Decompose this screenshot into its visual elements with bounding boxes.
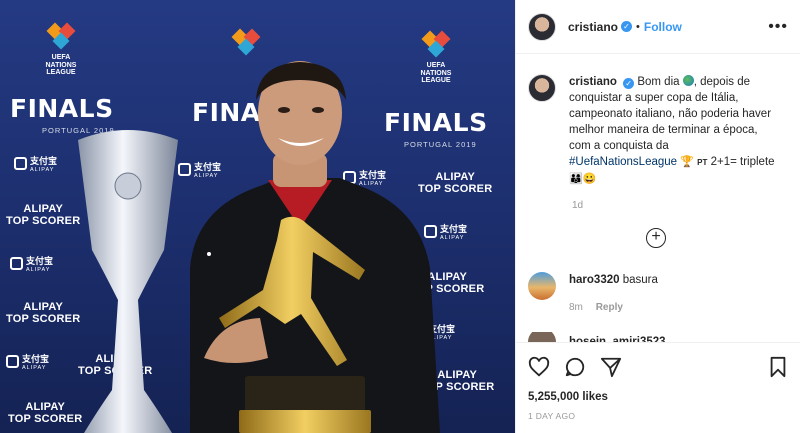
caption-text: cristiano ✓ Bom dia , depois de conquist… — [569, 74, 779, 187]
alipay-icon — [6, 355, 19, 368]
verified-badge-icon: ✓ — [621, 21, 633, 32]
author-username[interactable]: cristiano — [568, 20, 618, 34]
alipay-cn: 支付宝 — [22, 354, 50, 364]
post-sidebar: cristiano ✓ • Follow ••• cristiano ✓ Bom… — [515, 0, 800, 433]
logo-line: NATIONS — [45, 61, 77, 69]
alipay-logo: 支付宝 ALIPAY — [6, 352, 49, 371]
post-age: 1 DAY AGO — [528, 411, 576, 421]
finals-logo-text: FINALS — [10, 94, 114, 123]
alipay-cn: 支付宝 — [30, 156, 58, 166]
caption-part: 2+1= triplete — [710, 156, 775, 168]
caption-author-avatar[interactable] — [528, 74, 556, 102]
comment-meta: 8m Reply — [569, 302, 623, 313]
hashtag-link[interactable]: #UefaNationsLeague — [569, 156, 677, 168]
globe-emoji-icon — [682, 75, 694, 86]
caption-part: Bom dia — [637, 76, 680, 88]
uefa-nations-league-logo: UEFA NATIONS LEAGUE — [40, 22, 82, 77]
nations-league-trophy — [78, 130, 178, 433]
load-more-comments-icon[interactable]: + — [646, 228, 666, 248]
commenter-avatar[interactable] — [528, 272, 556, 300]
family-smile-emoji-icon: 👨‍👩‍👦😀 — [569, 173, 597, 185]
uefa-nations-league-logo — [225, 28, 267, 60]
separator-dot: • — [636, 20, 640, 33]
share-icon[interactable] — [600, 356, 622, 378]
bookmark-icon[interactable] — [768, 356, 788, 378]
alipay-logo: 支付宝 ALIPAY — [10, 254, 53, 273]
caption-timestamp: 1d — [572, 200, 584, 211]
action-bar: 5,255,000 likes 1 DAY AGO — [516, 342, 800, 433]
comment-text: haro3320 basura — [569, 272, 658, 288]
reply-button[interactable]: Reply — [596, 302, 623, 313]
logo-line: UEFA — [51, 54, 71, 61]
verified-badge-icon: ✓ — [623, 78, 635, 89]
comment-body: basura — [622, 274, 658, 286]
uefa-logo-mark — [421, 30, 451, 60]
follow-button[interactable]: Follow — [644, 20, 682, 34]
author-avatar[interactable] — [528, 12, 556, 41]
comment-icon[interactable] — [564, 356, 586, 378]
alipay-en: ALIPAY — [26, 267, 51, 273]
alipay-logo: 支付宝 ALIPAY — [14, 154, 57, 173]
comment-time: 8m — [569, 302, 583, 313]
post-caption: cristiano ✓ Bom dia , depois de conquist… — [528, 74, 788, 187]
commenter-username[interactable]: haro3320 — [569, 274, 620, 286]
more-options-icon[interactable]: ••• — [768, 18, 788, 36]
comment-item: haro3320 basura 8m Reply — [528, 272, 658, 313]
logo-line: LEAGUE — [46, 69, 76, 77]
top-scorer-award — [219, 216, 371, 433]
pt-flag-text: PT — [697, 158, 708, 167]
likes-count[interactable]: 5,255,000 likes — [528, 391, 788, 403]
post-photo[interactable]: UEFA NATIONS LEAGUE UEFA NATIONS LEAGUE … — [0, 0, 515, 433]
alipay-icon — [14, 157, 27, 170]
caption-username[interactable]: cristiano — [569, 76, 617, 88]
alipay-cn: 支付宝 — [26, 256, 54, 266]
alipay-en: ALIPAY — [30, 167, 55, 173]
uefa-logo-mark — [46, 22, 76, 52]
uefa-logo-mark — [231, 28, 261, 58]
trophy-emoji-icon: 🏆 — [680, 156, 694, 168]
post-header: cristiano ✓ • Follow ••• — [516, 0, 800, 54]
alipay-en: ALIPAY — [22, 365, 47, 371]
heart-icon[interactable] — [528, 356, 550, 378]
alipay-icon — [10, 257, 23, 270]
